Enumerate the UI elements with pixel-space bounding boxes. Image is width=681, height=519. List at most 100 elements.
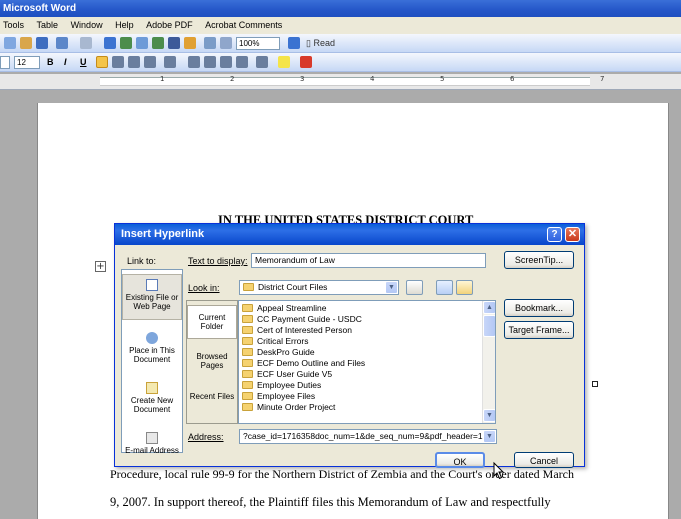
list-item[interactable]: Employee Duties	[242, 380, 321, 391]
underline-button[interactable]: U	[80, 57, 87, 67]
ruler-number: 6	[510, 75, 515, 83]
align-center-icon[interactable]	[112, 56, 124, 68]
scroll-up-icon[interactable]: ▲	[483, 301, 495, 314]
align-left-icon[interactable]	[96, 56, 108, 68]
list-item[interactable]: ECF User Guide V5	[242, 369, 332, 380]
mouse-cursor-icon	[493, 461, 505, 480]
list-item[interactable]: Appeal Streamline	[242, 303, 326, 314]
menu-tools[interactable]: Tools	[0, 17, 29, 34]
menu-adobe-pdf[interactable]: Adobe PDF	[141, 17, 198, 34]
align-right-icon[interactable]	[128, 56, 140, 68]
close-button[interactable]: ✕	[565, 227, 580, 242]
menu-window[interactable]: Window	[66, 17, 108, 34]
link-to-place-in-document[interactable]: Place in This Document	[122, 328, 182, 368]
chevron-down-icon[interactable]: ▼	[385, 281, 398, 294]
list-item[interactable]: Employee Files	[242, 391, 315, 402]
target-frame-button[interactable]: Target Frame...	[504, 321, 574, 339]
list-item[interactable]: ECF Demo Outline and Files	[242, 358, 365, 369]
place-recent-files[interactable]: Recent Files	[187, 385, 237, 419]
menu-table[interactable]: Table	[32, 17, 64, 34]
highlight-icon[interactable]	[278, 56, 290, 68]
list-item[interactable]: Minute Order Project	[242, 402, 335, 413]
undo-icon[interactable]	[56, 37, 68, 49]
folder-icon	[243, 283, 254, 291]
document-map-icon[interactable]	[204, 37, 216, 49]
folder-icon	[242, 403, 253, 411]
show-hide-icon[interactable]	[220, 37, 232, 49]
document-line: 9, 2007. In support thereof, the Plainti…	[110, 495, 551, 509]
text-to-display-input[interactable]: Memorandum of Law	[251, 253, 486, 268]
chevron-down-icon[interactable]: ▼	[483, 430, 496, 443]
help-icon[interactable]	[288, 37, 300, 49]
ok-button[interactable]: OK	[435, 452, 485, 468]
zoom-box[interactable]: 100%	[236, 37, 280, 50]
font-color-icon[interactable]	[300, 56, 312, 68]
hyperlink-icon[interactable]	[104, 37, 116, 49]
list-item[interactable]: CC Payment Guide - USDC	[242, 314, 362, 325]
copy-icon[interactable]	[4, 37, 16, 49]
insert-table-icon[interactable]	[136, 37, 148, 49]
folder-icon	[242, 392, 253, 400]
menu-help[interactable]: Help	[110, 17, 139, 34]
folder-icon	[242, 359, 253, 367]
link-to-new-document[interactable]: Create New Document	[122, 378, 182, 418]
address-combo[interactable]: ?case_id=1716358doc_num=1&de_seq_num=9&p…	[239, 429, 497, 444]
link-to-email[interactable]: E-mail Address	[122, 428, 182, 455]
bold-button[interactable]: B	[47, 57, 54, 67]
numbering-icon[interactable]	[188, 56, 200, 68]
window-title: Microsoft Word	[3, 3, 77, 14]
paste-icon[interactable]	[20, 37, 32, 49]
format-painter-icon[interactable]	[36, 37, 48, 49]
decrease-indent-icon[interactable]	[220, 56, 232, 68]
place-browsed-pages[interactable]: Browsed Pages	[187, 345, 237, 379]
scroll-thumb[interactable]	[483, 315, 495, 337]
file-list[interactable]: Appeal Streamline CC Payment Guide - USD…	[238, 300, 496, 424]
bookmark-document-icon	[146, 332, 158, 344]
browse-file-button[interactable]	[456, 280, 473, 295]
list-item[interactable]: Critical Errors	[242, 336, 308, 347]
tables-borders-icon[interactable]	[120, 37, 132, 49]
italic-button[interactable]: I	[64, 57, 67, 67]
ruler-number: 3	[300, 75, 305, 83]
bullets-icon[interactable]	[204, 56, 216, 68]
table-move-handle[interactable]: +	[95, 261, 106, 272]
redo-icon[interactable]	[80, 37, 92, 49]
font-name-box[interactable]	[0, 56, 10, 69]
cancel-button[interactable]: Cancel	[514, 452, 574, 468]
menu-acrobat-comments[interactable]: Acrobat Comments	[200, 17, 287, 34]
justify-icon[interactable]	[144, 56, 156, 68]
look-in-label: Look in:	[188, 283, 220, 293]
columns-icon[interactable]	[168, 37, 180, 49]
help-button[interactable]: ?	[547, 227, 562, 242]
bookmark-button[interactable]: Bookmark...	[504, 299, 574, 317]
borders-icon[interactable]	[256, 56, 268, 68]
link-to-existing-file[interactable]: Existing File or Web Page	[122, 274, 182, 320]
drawing-icon[interactable]	[184, 37, 196, 49]
formatting-toolbar: 12 B I U	[0, 53, 681, 72]
scroll-down-icon[interactable]: ▼	[483, 409, 495, 422]
list-item[interactable]: Cert of Interested Person	[242, 325, 352, 336]
list-item[interactable]: DeskPro Guide	[242, 347, 315, 358]
new-document-icon	[146, 382, 158, 394]
read-button[interactable]: ▯ Read	[306, 38, 335, 49]
line-spacing-icon[interactable]	[164, 56, 176, 68]
folder-icon	[242, 304, 253, 312]
folder-icon	[242, 326, 253, 334]
ruler-number: 1	[160, 75, 165, 83]
dialog-title: Insert Hyperlink	[121, 228, 205, 240]
insert-excel-icon[interactable]	[152, 37, 164, 49]
file-list-scrollbar[interactable]: ▲ ▼	[482, 301, 495, 423]
standard-toolbar: 100% ▯ Read	[0, 34, 681, 53]
table-resize-handle[interactable]	[592, 381, 598, 387]
place-current-folder[interactable]: Current Folder	[187, 305, 237, 339]
ruler-number: 7	[600, 75, 605, 83]
increase-indent-icon[interactable]	[236, 56, 248, 68]
font-size-box[interactable]: 12	[14, 56, 40, 69]
horizontal-ruler[interactable]: 1 2 3 4 5 6 7	[0, 74, 681, 90]
folder-icon	[242, 381, 253, 389]
link-to-existing-file-label: Existing File or Web Page	[125, 293, 179, 311]
look-in-combo[interactable]: District Court Files ▼	[239, 280, 399, 295]
screentip-button[interactable]: ScreenTip...	[504, 251, 574, 269]
search-web-button[interactable]	[436, 280, 453, 295]
up-folder-button[interactable]	[406, 280, 423, 295]
